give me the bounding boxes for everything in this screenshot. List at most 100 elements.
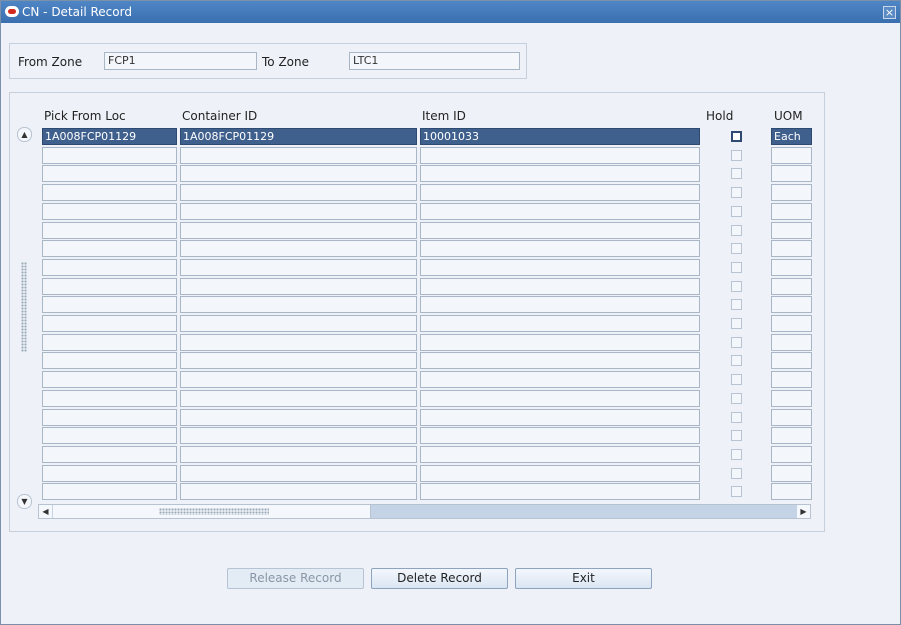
delete-record-button[interactable]: Delete Record [371,568,508,589]
cell-uom[interactable] [771,165,812,182]
cell-container-id[interactable] [180,222,417,239]
hold-checkbox[interactable] [731,206,742,217]
exit-button[interactable]: Exit [515,568,652,589]
hold-checkbox[interactable] [731,374,742,385]
table-row[interactable] [42,315,812,332]
cell-container-id[interactable] [180,296,417,313]
cell-uom[interactable] [771,483,812,500]
table-row[interactable] [42,165,812,182]
cell-container-id[interactable]: 1A008FCP01129 [180,128,417,145]
cell-container-id[interactable] [180,427,417,444]
cell-container-id[interactable] [180,371,417,388]
hold-checkbox[interactable] [731,393,742,404]
cell-item-id[interactable] [420,315,700,332]
cell-pick-from-loc[interactable] [42,147,177,164]
cell-uom[interactable] [771,222,812,239]
cell-uom[interactable] [771,352,812,369]
cell-item-id[interactable] [420,296,700,313]
from-zone-field[interactable]: FCP1 [104,52,257,70]
hold-checkbox[interactable] [731,486,742,497]
scroll-right-icon[interactable]: ▶ [797,505,810,518]
cell-pick-from-loc[interactable] [42,315,177,332]
cell-uom[interactable] [771,334,812,351]
cell-container-id[interactable] [180,390,417,407]
cell-uom[interactable] [771,390,812,407]
table-row[interactable] [42,371,812,388]
cell-uom[interactable] [771,296,812,313]
cell-uom[interactable] [771,203,812,220]
hold-checkbox[interactable] [731,412,742,423]
cell-pick-from-loc[interactable] [42,371,177,388]
hold-checkbox[interactable] [731,299,742,310]
hold-checkbox[interactable] [731,449,742,460]
cell-container-id[interactable] [180,147,417,164]
hold-checkbox[interactable] [731,318,742,329]
table-row[interactable] [42,465,812,482]
hold-checkbox[interactable] [731,243,742,254]
cell-item-id[interactable] [420,147,700,164]
cell-uom[interactable] [771,371,812,388]
cell-pick-from-loc[interactable] [42,278,177,295]
table-row[interactable] [42,352,812,369]
cell-item-id[interactable] [420,278,700,295]
cell-item-id[interactable] [420,390,700,407]
cell-pick-from-loc[interactable] [42,427,177,444]
cell-pick-from-loc[interactable] [42,184,177,201]
hold-checkbox[interactable] [731,262,742,273]
cell-item-id[interactable] [420,165,700,182]
hold-checkbox[interactable] [731,131,742,142]
cell-item-id[interactable] [420,371,700,388]
cell-uom[interactable] [771,240,812,257]
cell-pick-from-loc[interactable] [42,296,177,313]
cell-pick-from-loc[interactable] [42,222,177,239]
cell-item-id[interactable] [420,427,700,444]
hold-checkbox[interactable] [731,281,742,292]
cell-container-id[interactable] [180,446,417,463]
cell-container-id[interactable] [180,278,417,295]
cell-pick-from-loc[interactable] [42,259,177,276]
cell-item-id[interactable] [420,446,700,463]
cell-container-id[interactable] [180,334,417,351]
hold-checkbox[interactable] [731,355,742,366]
hold-checkbox[interactable] [731,168,742,179]
hold-checkbox[interactable] [731,150,742,161]
cell-item-id[interactable] [420,409,700,426]
cell-container-id[interactable] [180,240,417,257]
cell-pick-from-loc[interactable] [42,409,177,426]
cell-item-id[interactable] [420,240,700,257]
cell-uom[interactable] [771,427,812,444]
cell-item-id[interactable] [420,184,700,201]
to-zone-field[interactable]: LTC1 [349,52,520,70]
table-row[interactable] [42,409,812,426]
hold-checkbox[interactable] [731,337,742,348]
release-record-button[interactable]: Release Record [227,568,364,589]
cell-container-id[interactable] [180,483,417,500]
table-row[interactable] [42,390,812,407]
cell-pick-from-loc[interactable] [42,203,177,220]
cell-uom[interactable] [771,147,812,164]
cell-item-id[interactable] [420,259,700,276]
cell-item-id[interactable] [420,222,700,239]
cell-container-id[interactable] [180,203,417,220]
table-row[interactable] [42,184,812,201]
cell-container-id[interactable] [180,315,417,332]
cell-pick-from-loc[interactable] [42,165,177,182]
table-row[interactable] [42,296,812,313]
cell-item-id[interactable] [420,483,700,500]
hold-checkbox[interactable] [731,187,742,198]
cell-uom[interactable] [771,259,812,276]
scroll-grip[interactable] [21,262,27,352]
table-row[interactable] [42,240,812,257]
table-row[interactable] [42,483,812,500]
vertical-scrollbar[interactable]: ▲ ▼ [17,127,32,509]
cell-container-id[interactable] [180,465,417,482]
cell-uom[interactable] [771,446,812,463]
table-row[interactable] [42,147,812,164]
cell-item-id[interactable] [420,334,700,351]
close-icon[interactable]: × [883,6,896,19]
cell-container-id[interactable] [180,259,417,276]
cell-uom[interactable] [771,278,812,295]
cell-pick-from-loc[interactable] [42,334,177,351]
cell-uom[interactable] [771,465,812,482]
cell-pick-from-loc[interactable] [42,483,177,500]
